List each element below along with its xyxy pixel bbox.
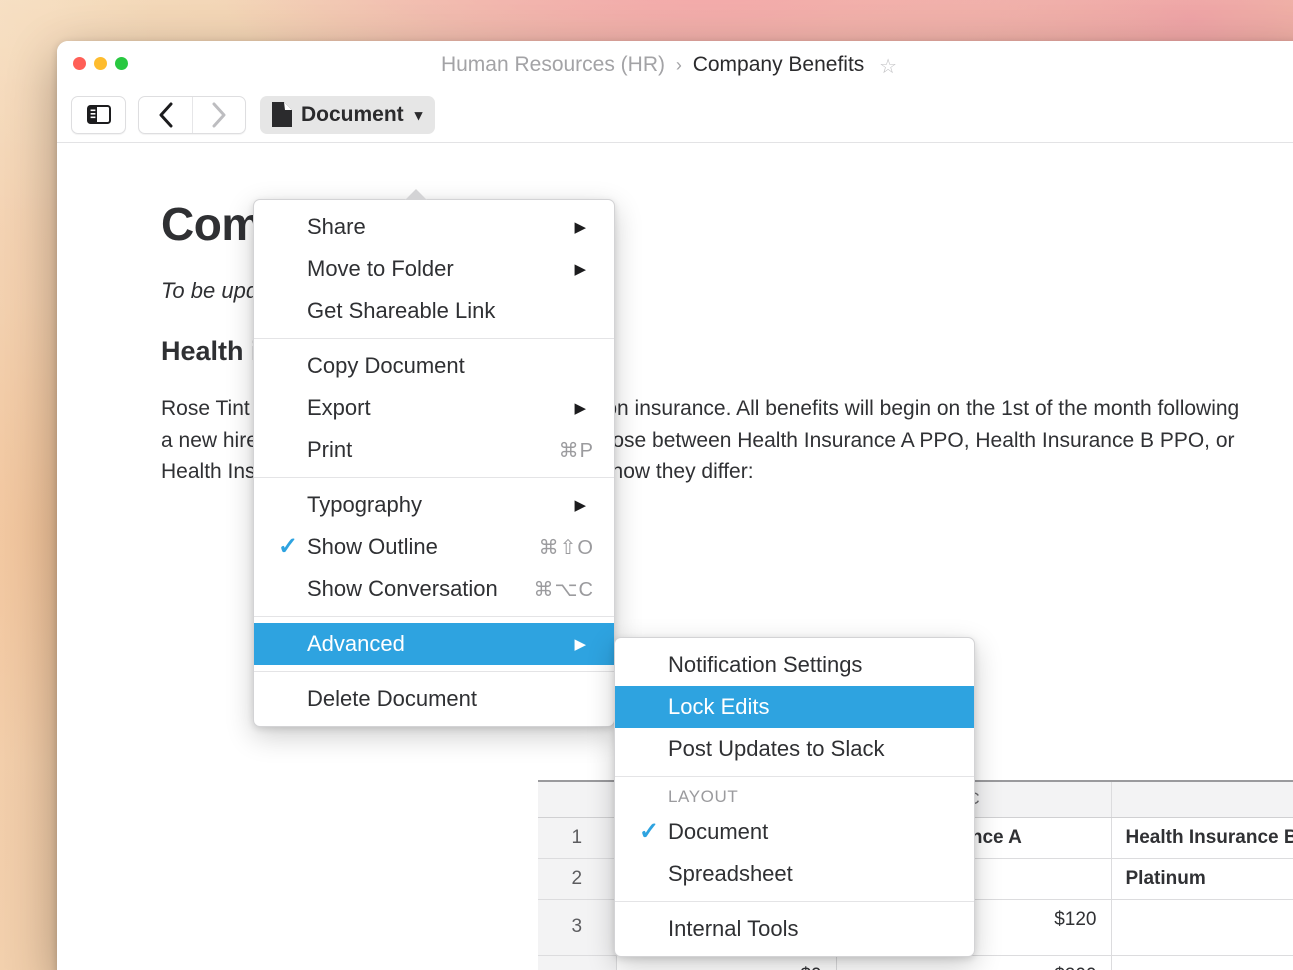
menu-divider [254,616,614,617]
submenu-arrow-icon: ▶ [574,496,586,514]
forward-button [192,96,245,133]
menu-item-copy-document[interactable]: Copy Document [254,345,614,387]
menu-item-shortcut: ⌘⌥C [533,578,594,601]
menu-item-print[interactable]: Print ⌘P [254,429,614,471]
menu-divider [615,901,974,902]
document-menu-button[interactable]: Document ▾ [260,95,436,134]
advanced-submenu: Notification Settings Lock Edits Post Up… [614,637,975,957]
favorite-star-icon[interactable]: ☆ [879,54,897,79]
submenu-arrow-icon: ▶ [574,399,586,417]
row-number[interactable]: 4 [538,955,617,970]
submenu-arrow-icon: ▶ [574,635,586,653]
breadcrumb-separator-icon: › [675,55,682,75]
menu-item-label: Internal Tools [668,916,799,941]
table-cell[interactable]: $200 [836,955,1112,970]
menu-item-label: Delete Document [307,686,477,711]
menu-item-get-shareable-link[interactable]: Get Shareable Link [254,290,614,332]
menu-item-label: Share [307,214,366,239]
menu-item-label: Spreadsheet [668,861,793,886]
menu-item-advanced[interactable]: Advanced ▶ [254,623,614,665]
menu-item-show-outline[interactable]: ✓ Show Outline ⌘⇧O [254,526,614,568]
back-button[interactable] [139,97,192,133]
table-cell[interactable] [1111,899,1293,956]
checkmark-icon: ✓ [278,533,299,560]
toolbar: Document ▾ [57,87,1293,143]
table-cell[interactable]: $0 [616,955,837,970]
menu-item-label: Get Shareable Link [307,298,496,323]
document-dropdown-menu: Share ▶ Move to Folder ▶ Get Shareable L… [253,189,615,727]
menu-item-move-to-folder[interactable]: Move to Folder ▶ [254,248,614,290]
app-window: Human Resources (HR) › Company Benefits … [57,41,1293,970]
submenu-item-layout-spreadsheet[interactable]: Spreadsheet [615,853,974,895]
submenu-item-internal-tools[interactable]: Internal Tools [615,908,974,950]
menu-item-label: Move to Folder [307,256,454,281]
breadcrumb: Human Resources (HR) › Company Benefits … [57,52,1293,79]
breadcrumb-current[interactable]: Company Benefits [693,53,865,76]
submenu-arrow-icon: ▶ [574,218,586,236]
breadcrumb-parent[interactable]: Human Resources (HR) [441,53,665,76]
menu-item-label: Export [307,395,371,420]
document-menu-label: Document [301,102,404,126]
menu-item-share[interactable]: Share ▶ [254,206,614,248]
menu-item-label: Copy Document [307,353,465,378]
menu-item-label: Lock Edits [668,694,770,719]
menu-divider [615,776,974,777]
chevron-right-icon [212,102,226,127]
column-header-d[interactable] [1111,782,1293,818]
menu-item-label: Show Conversation [307,576,498,601]
menu-item-shortcut: ⌘⇧O [538,536,594,559]
checkmark-icon: ✓ [639,818,660,845]
navigation-buttons [138,95,246,134]
chevron-down-icon: ▾ [414,106,423,124]
title-bar: Human Resources (HR) › Company Benefits … [57,41,1293,87]
menu-item-label: Typography [307,492,422,517]
submenu-arrow-icon: ▶ [574,260,586,278]
submenu-item-post-updates-to-slack[interactable]: Post Updates to Slack [615,728,974,770]
menu-item-label: Advanced [307,631,405,656]
row-number[interactable]: 1 [538,817,617,859]
submenu-item-lock-edits[interactable]: Lock Edits [615,686,974,728]
column-header-corner [538,782,617,818]
row-number[interactable]: 2 [538,858,617,900]
submenu-item-notification-settings[interactable]: Notification Settings [615,644,974,686]
menu-item-label: Show Outline [307,534,438,559]
sidebar-icon [86,105,111,124]
chevron-left-icon [159,102,172,127]
submenu-item-layout-document[interactable]: ✓ Document [615,811,974,853]
menu-item-label: Document [668,819,769,844]
menu-item-export[interactable]: Export ▶ [254,387,614,429]
sidebar-toggle-button[interactable] [71,95,126,134]
table-row[interactable]: 4 $0 $200 [538,955,1293,970]
document-icon [272,102,292,127]
menu-item-typography[interactable]: Typography ▶ [254,484,614,526]
row-number[interactable]: 3 [538,899,617,956]
menu-item-label: Notification Settings [668,652,863,677]
menu-divider [254,671,614,672]
menu-item-label: Print [307,437,353,462]
table-cell[interactable]: Health Insurance B [1111,817,1293,859]
table-cell[interactable] [1111,955,1293,970]
table-cell[interactable]: Platinum [1111,858,1293,900]
menu-item-show-conversation[interactable]: Show Conversation ⌘⌥C [254,568,614,610]
menu-item-label: Post Updates to Slack [668,736,885,761]
menu-divider [254,338,614,339]
menu-item-delete-document[interactable]: Delete Document [254,678,614,720]
menu-divider [254,477,614,478]
menu-item-shortcut: ⌘P [558,439,594,462]
submenu-section-label-layout: LAYOUT [668,787,739,806]
